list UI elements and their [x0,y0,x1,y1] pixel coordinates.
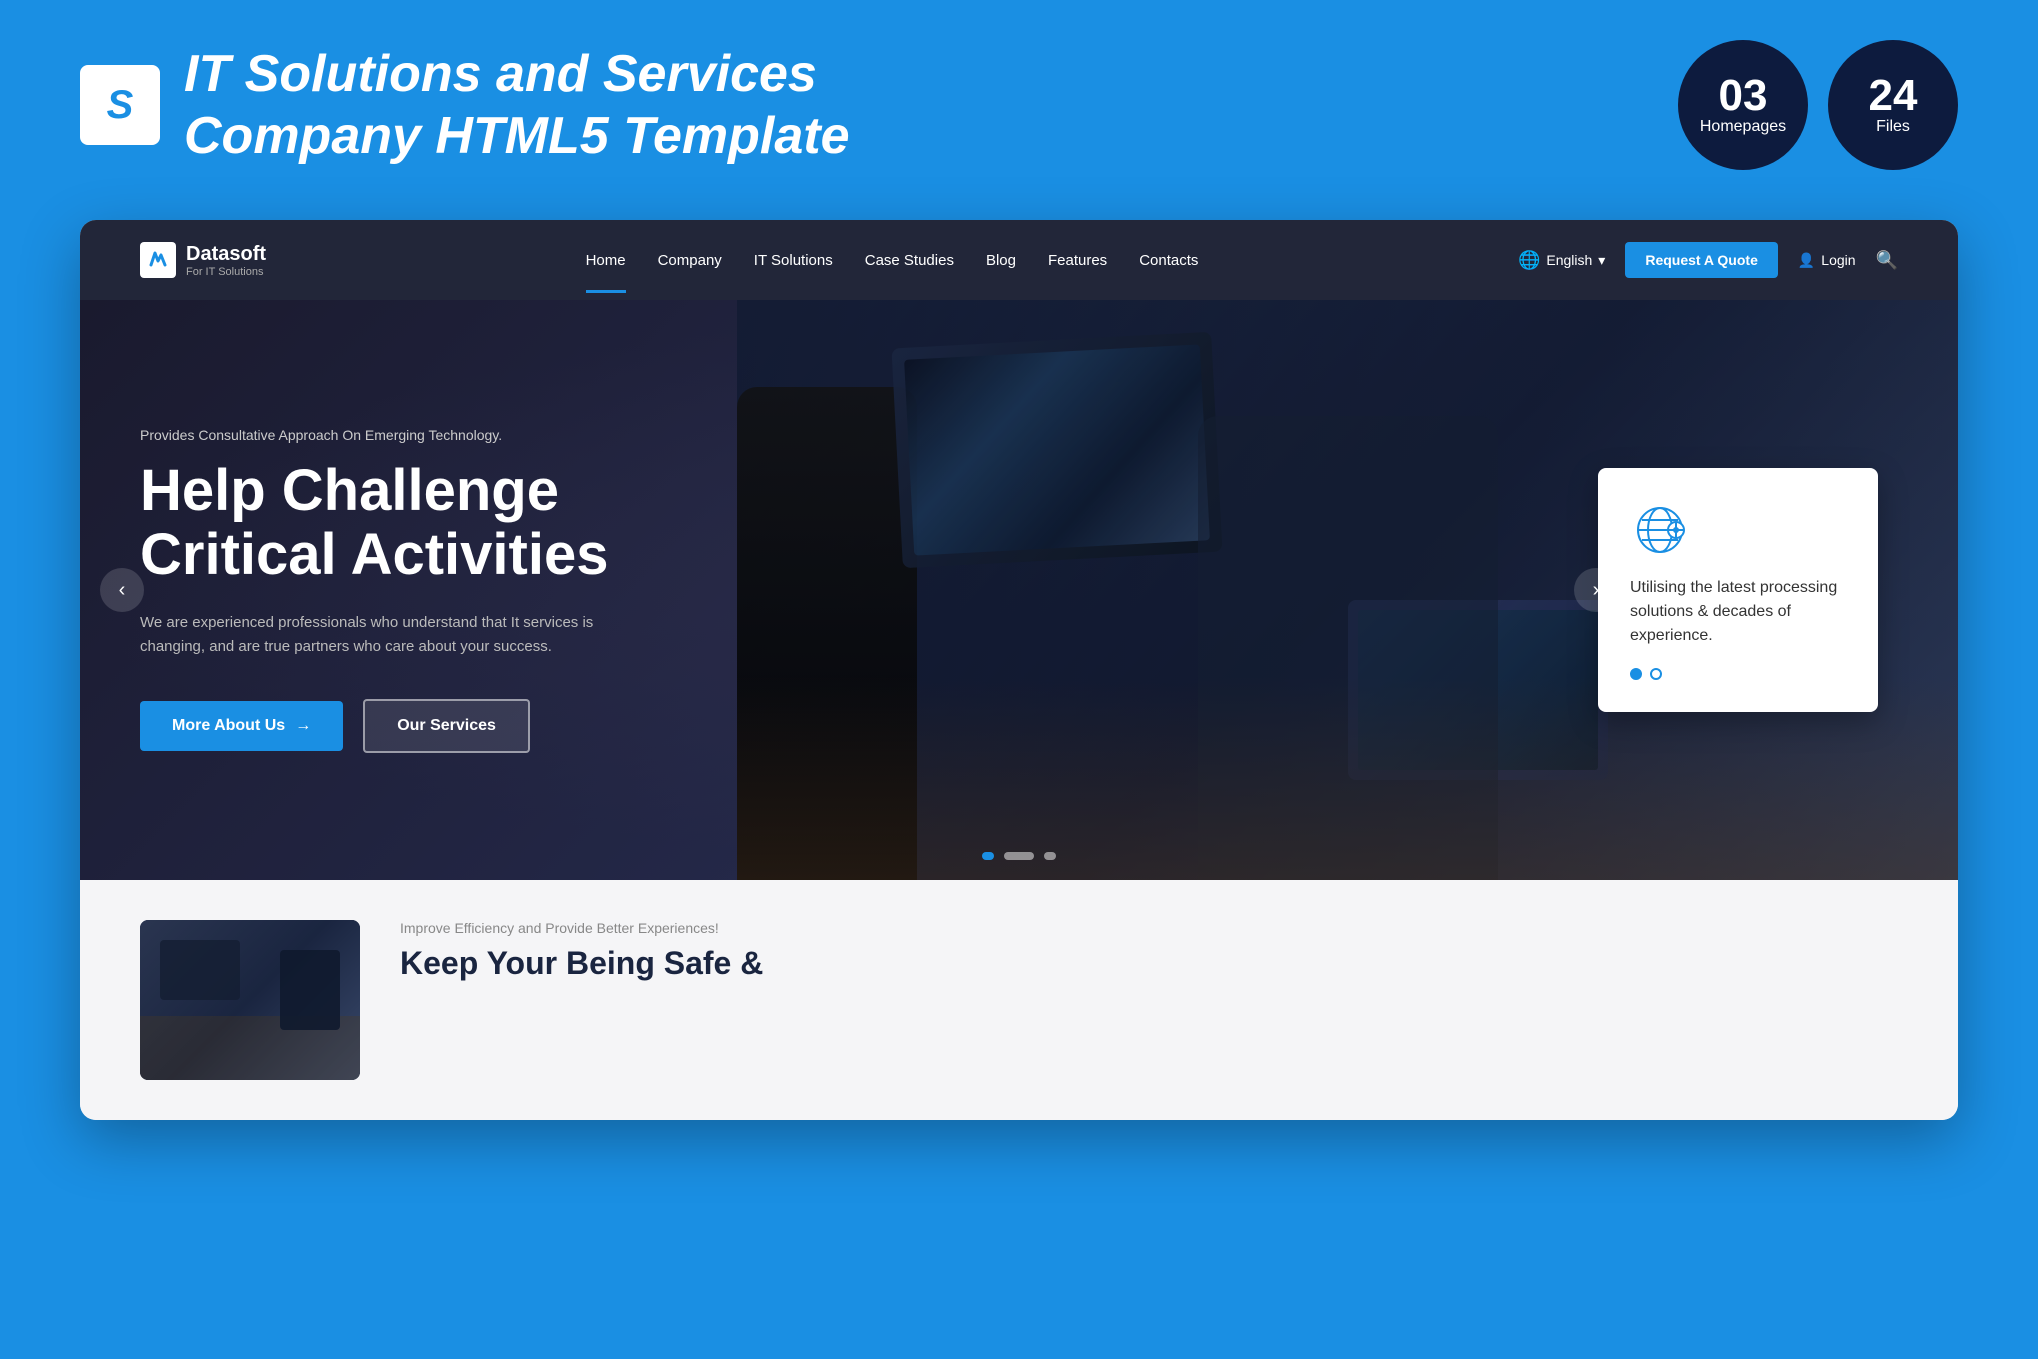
info-card: Utilising the latest processing solution… [1598,468,1878,712]
top-section: S IT Solutions and Services Company HTML… [0,0,2038,220]
info-dot-1[interactable] [1630,668,1642,680]
badge-homepages-number: 03 [1719,74,1768,118]
nav-contacts[interactable]: Contacts [1139,252,1198,269]
language-selector[interactable]: 🌐 English ▾ [1518,250,1605,271]
language-label: English [1546,252,1592,268]
hero-title: Help Challenge Critical Activities [140,459,620,587]
info-card-text: Utilising the latest processing solution… [1630,576,1846,648]
site-logo-icon [140,242,176,278]
nav-blog[interactable]: Blog [986,252,1016,269]
site-logo: Datasoft For IT Solutions [140,242,266,278]
site-logo-text: Datasoft For IT Solutions [186,243,266,278]
more-about-us-button[interactable]: More About Us → [140,701,343,751]
login-button[interactable]: 👤 Login [1798,252,1856,269]
website-mockup: Datasoft For IT Solutions Home Company I… [80,220,1958,1120]
bottom-preview-content: Improve Efficiency and Provide Better Ex… [400,920,1898,982]
slider-arrow-left[interactable]: ‹ [100,568,144,612]
nav-company[interactable]: Company [658,252,722,269]
nav-home[interactable]: Home [586,252,626,269]
site-nav: Home Company IT Solutions Case Studies B… [586,252,1199,269]
globe-icon: 🌐 [1518,250,1540,271]
user-icon: 👤 [1798,252,1815,269]
bottom-preview-title: Keep Your Being Safe & [400,944,1898,982]
info-dot-2[interactable] [1650,668,1662,680]
slide-indicator-1[interactable] [982,852,994,860]
request-quote-button[interactable]: Request A Quote [1625,242,1778,278]
search-icon[interactable]: 🔍 [1876,250,1898,271]
bottom-preview-subtitle: Improve Efficiency and Provide Better Ex… [400,920,1898,936]
slide-indicator-3[interactable] [1044,852,1056,860]
badge-files-number: 24 [1869,74,1918,118]
badge-homepages: 03 Homepages [1678,40,1808,170]
laptop-shape-1 [892,332,1223,568]
brand-logo-icon: S [80,65,160,145]
nav-features[interactable]: Features [1048,252,1107,269]
hero-content: Provides Consultative Approach On Emergi… [80,427,680,753]
badges-area: 03 Homepages 24 Files [1678,40,1958,170]
slider-indicators [982,852,1056,860]
brand-area: S IT Solutions and Services Company HTML… [80,43,850,168]
bottom-preview-section: Improve Efficiency and Provide Better Ex… [80,880,1958,1120]
info-card-globe-icon [1630,500,1690,560]
hero-section: ‹ Provides Consultative Approach On Emer… [80,300,1958,880]
site-header-right: 🌐 English ▾ Request A Quote 👤 Login 🔍 [1518,242,1898,278]
badge-files: 24 Files [1828,40,1958,170]
nav-case-studies[interactable]: Case Studies [865,252,954,269]
slide-indicator-2[interactable] [1004,852,1034,860]
arrow-right-icon: → [295,717,311,735]
chevron-down-icon: ▾ [1598,252,1605,269]
our-services-button[interactable]: Our Services [363,699,530,753]
badge-files-label: Files [1876,118,1910,136]
site-header: Datasoft For IT Solutions Home Company I… [80,220,1958,300]
badge-homepages-label: Homepages [1700,118,1786,136]
site-logo-sub: For IT Solutions [186,266,266,278]
info-card-dots [1630,668,1846,680]
slider-arrow-right[interactable]: › [1574,568,1618,612]
hero-buttons: More About Us → Our Services [140,699,620,753]
nav-it-solutions[interactable]: IT Solutions [754,252,833,269]
site-logo-name: Datasoft [186,243,266,266]
bottom-preview-image [140,920,360,1080]
hero-description: We are experienced professionals who und… [140,611,620,659]
hero-subtitle: Provides Consultative Approach On Emergi… [140,427,620,443]
brand-title: IT Solutions and Services Company HTML5 … [184,43,850,168]
